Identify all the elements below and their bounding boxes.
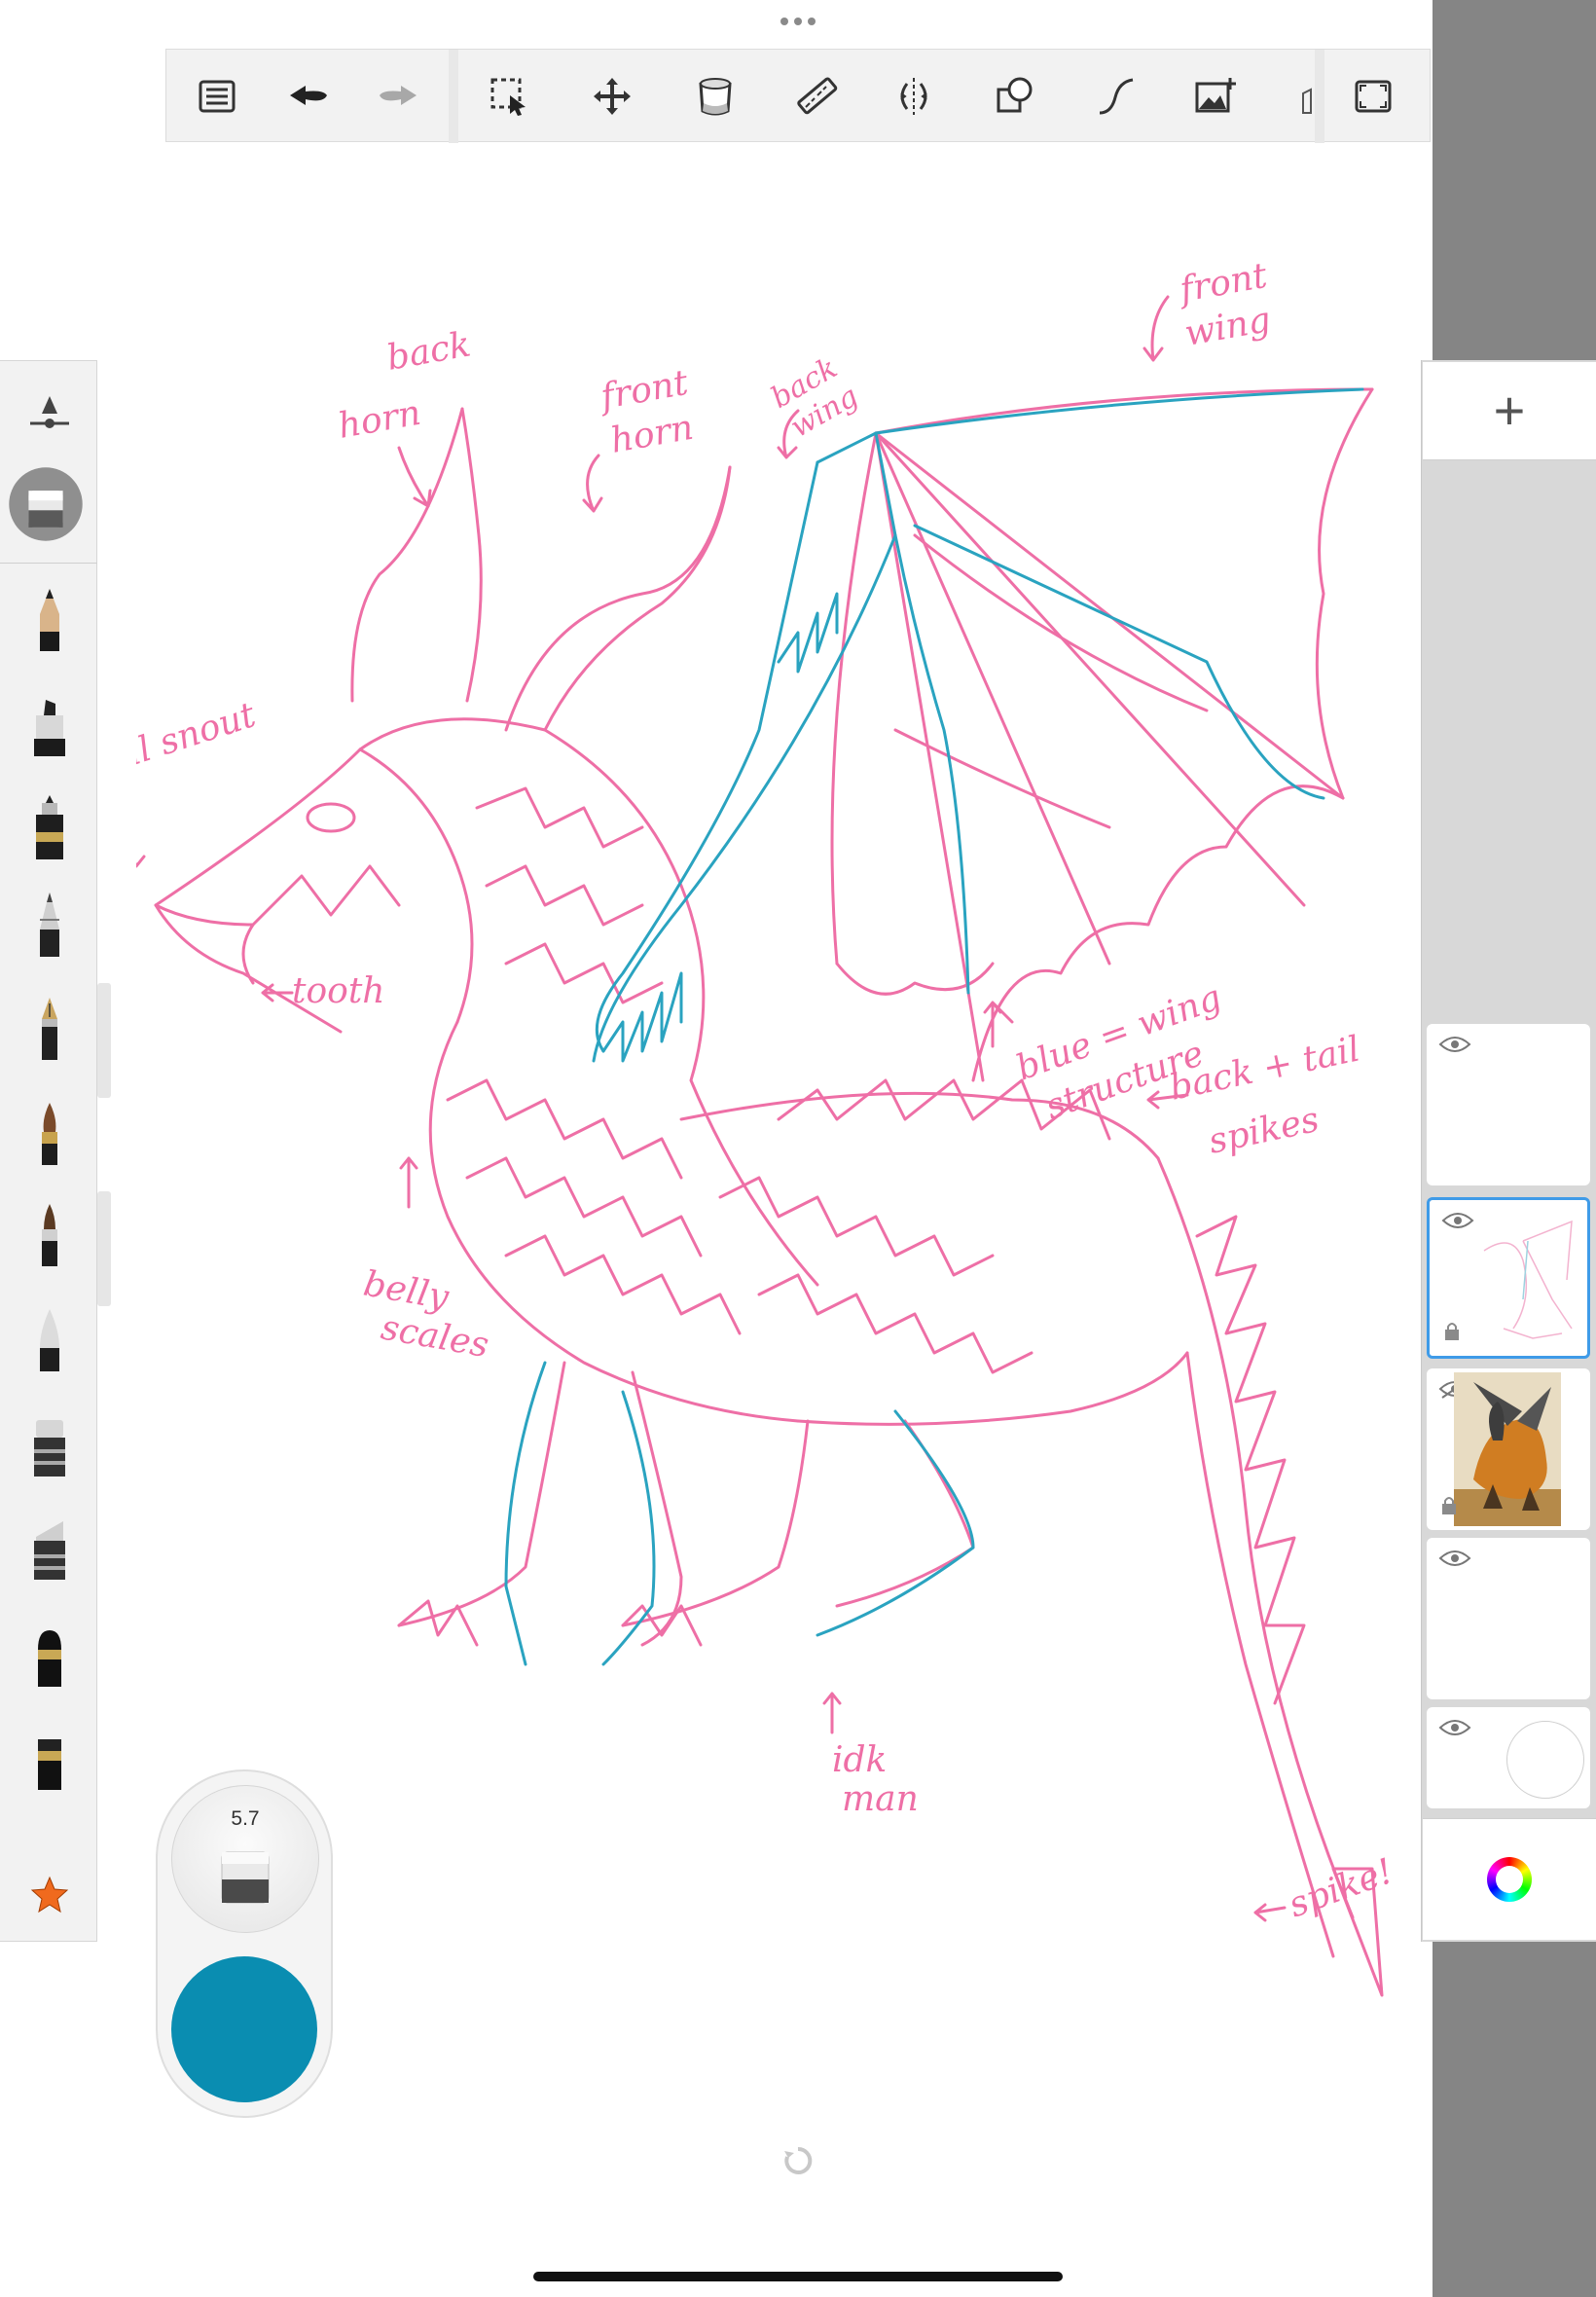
layer-background[interactable] [1427, 1707, 1590, 1808]
add-layer-button[interactable]: + [1423, 362, 1596, 460]
label-idk: idk [832, 1740, 887, 1780]
palette-scroll-handle-2[interactable] [97, 1191, 111, 1306]
label-horn-2: horn [607, 408, 696, 461]
label-belly: belly [360, 1263, 452, 1318]
home-indicator[interactable] [533, 2272, 1063, 2281]
label-back: back [383, 324, 473, 378]
round-brush[interactable] [14, 1195, 86, 1273]
label-scales: scales [378, 1307, 491, 1366]
technical-pen-brush[interactable] [14, 886, 86, 964]
sync-icon [784, 2146, 813, 2174]
label-spikes: spikes [1205, 1100, 1323, 1162]
layer-thumbnail-1[interactable] [1427, 1024, 1590, 1185]
wing-structure-strokes [504, 387, 1364, 1666]
reference-dragon-thumbnail [1454, 1372, 1561, 1526]
eye-icon[interactable] [1438, 1034, 1471, 1055]
color-editor-button[interactable] [1423, 1818, 1596, 1940]
layer-thumbnail-2[interactable] [1427, 1197, 1590, 1359]
color-wheel-icon [1487, 1857, 1532, 1902]
airbrush-brush[interactable] [14, 1405, 86, 1483]
label-lil-snout: lil snout [136, 695, 261, 778]
sketch-thumbnail [1483, 1220, 1573, 1339]
brush-puck[interactable]: 5.7 [156, 1769, 333, 2118]
eraser-brush[interactable] [9, 465, 86, 543]
marker-brush[interactable] [14, 687, 86, 765]
drawing-canvas[interactable]: back horn front horn back wing front win… [136, 243, 1401, 2015]
layer-thumbnail-4[interactable] [1427, 1538, 1590, 1699]
current-color-swatch[interactable] [171, 1956, 317, 2102]
label-spike: spike! [1284, 1851, 1398, 1925]
favorites-star-icon[interactable] [14, 1855, 86, 1933]
selection-icon[interactable] [478, 65, 540, 128]
palette-divider [0, 563, 97, 564]
opacity-slider-icon[interactable] [14, 374, 86, 452]
wide-marker-brush[interactable] [14, 1719, 86, 1797]
ruler-icon[interactable] [785, 65, 848, 128]
fullscreen-icon[interactable] [1342, 65, 1404, 128]
fill-bucket-icon[interactable] [684, 65, 746, 128]
brush-size-dial[interactable]: 5.7 [171, 1785, 319, 1933]
plus-icon: + [1493, 380, 1526, 441]
layers-list-icon[interactable] [186, 65, 248, 128]
transform-icon[interactable] [581, 65, 643, 128]
paint-brush[interactable] [14, 1094, 86, 1172]
ink-pen-brush[interactable] [14, 788, 86, 866]
lock-icon[interactable] [1443, 1321, 1461, 1342]
background-color-circle[interactable] [1506, 1721, 1584, 1799]
label-horn: horn [335, 393, 423, 447]
back-horn-stroke [460, 407, 483, 703]
eraser-icon [221, 1851, 270, 1904]
partial-hidden-icon[interactable] [1301, 65, 1313, 128]
layer-thumbnail-3[interactable] [1427, 1368, 1590, 1530]
undo-icon[interactable] [277, 65, 340, 128]
eye-icon[interactable] [1438, 1548, 1471, 1569]
eye-icon[interactable] [1441, 1210, 1474, 1231]
shapes-icon[interactable] [984, 65, 1046, 128]
blunt-marker-brush[interactable] [14, 1616, 86, 1694]
pencil-brush[interactable] [14, 580, 86, 658]
label-tooth: tooth [292, 971, 384, 1011]
more-options-handle[interactable] [775, 14, 821, 29]
fountain-pen-brush[interactable] [14, 989, 86, 1067]
redo-icon[interactable] [367, 65, 429, 128]
curve-icon[interactable] [1085, 65, 1147, 128]
label-man: man [842, 1779, 919, 1819]
add-image-icon[interactable] [1184, 65, 1247, 128]
top-toolbar [165, 49, 1431, 143]
lock-icon[interactable] [1440, 1495, 1458, 1516]
symmetry-icon[interactable] [883, 65, 945, 128]
brush-size-value: 5.7 [231, 1807, 260, 1830]
chisel-brush[interactable] [14, 1509, 86, 1586]
palette-scroll-handle[interactable] [97, 983, 111, 1098]
eye-icon[interactable] [1438, 1717, 1471, 1738]
soft-pencil-brush[interactable] [14, 1300, 86, 1378]
